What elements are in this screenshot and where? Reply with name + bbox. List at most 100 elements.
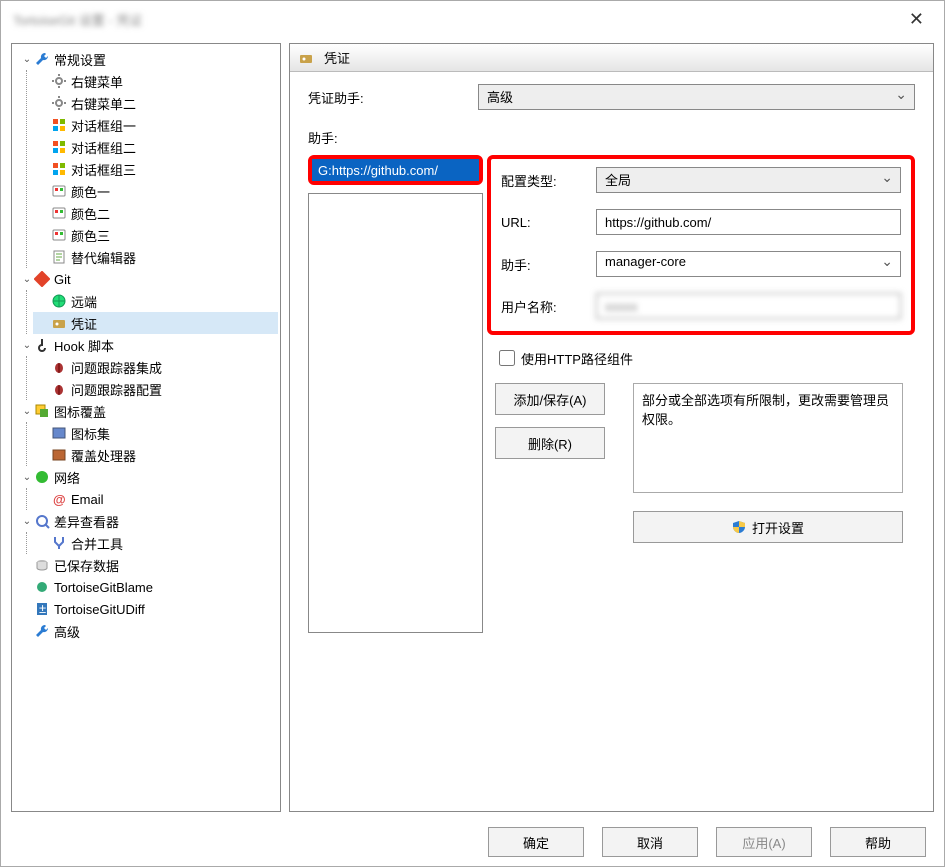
helper-listbox[interactable]: G:https://github.com/ — [312, 159, 479, 181]
tree-label: 图标覆盖 — [54, 402, 106, 421]
ok-button[interactable]: 确定 — [488, 827, 584, 857]
tree-item[interactable]: ·对话框组三 — [33, 158, 278, 180]
tree-label: 常规设置 — [54, 50, 106, 69]
tree-label: 替代编辑器 — [71, 248, 136, 267]
delete-button[interactable]: 删除(R) — [495, 427, 605, 459]
tree-icon — [51, 447, 67, 463]
config-username-input[interactable] — [596, 293, 901, 319]
close-icon[interactable]: ✕ — [901, 5, 932, 34]
config-type-select-wrap[interactable]: 全局 — [596, 167, 901, 193]
config-type-row: 配置类型: 全局 — [501, 167, 901, 193]
tree-item[interactable]: ·凭证 — [33, 312, 278, 334]
tree-icon — [51, 117, 67, 133]
tree-item[interactable]: ·颜色一 — [33, 180, 278, 202]
tree-icon — [51, 161, 67, 177]
tree-item[interactable]: ·右键菜单 — [33, 70, 278, 92]
help-button[interactable]: 帮助 — [830, 827, 926, 857]
tree-item[interactable]: ·问题跟踪器集成 — [33, 356, 278, 378]
tree-icon — [51, 205, 67, 221]
tree-icon — [51, 73, 67, 89]
tree-label: 右键菜单 — [71, 72, 123, 91]
tree-item[interactable]: ·合并工具 — [33, 532, 278, 554]
config-helper-select[interactable]: manager-core — [596, 251, 901, 277]
tree-item[interactable]: ·问题跟踪器配置 — [33, 378, 278, 400]
http-path-checkbox[interactable] — [499, 350, 515, 366]
tree-label: 已保存数据 — [54, 556, 119, 575]
config-helper-select-wrap[interactable]: manager-core — [596, 251, 901, 277]
tree-item[interactable]: ·替代编辑器 — [33, 246, 278, 268]
config-type-select[interactable]: 全局 — [596, 167, 901, 193]
caret-icon: ⌄ — [20, 516, 34, 527]
caret-icon: ⌄ — [20, 274, 34, 285]
tree-item[interactable]: ⌄ Hook 脚本 — [16, 334, 278, 356]
helper-list-highlight: G:https://github.com/ — [308, 155, 483, 185]
tree-icon — [34, 403, 50, 419]
tree-icon: ± — [34, 601, 50, 617]
tree-icon — [34, 557, 50, 573]
restriction-note: 部分或全部选项有所限制，更改需要管理员权限。 — [633, 383, 903, 493]
cred-helper-label: 凭证助手: — [308, 88, 478, 107]
tree-item[interactable]: ·远端 — [33, 290, 278, 312]
config-helper-row: 助手: manager-core — [501, 251, 901, 277]
tree-item[interactable]: ›高级 — [16, 620, 278, 642]
config-username-row: 用户名称: — [501, 293, 901, 319]
tree-item[interactable]: ⌄ 差异查看器 — [16, 510, 278, 532]
tree-item[interactable]: ·右键菜单二 — [33, 92, 278, 114]
config-url-row: URL: — [501, 209, 901, 235]
helper-list-item[interactable]: G:https://github.com/ — [312, 159, 479, 181]
tree-item[interactable]: ›已保存数据 — [16, 554, 278, 576]
helper-listbox-body[interactable] — [308, 193, 483, 633]
tree-label: 差异查看器 — [54, 512, 119, 531]
action-right-col: 部分或全部选项有所限制，更改需要管理员权限。 打开设置 — [633, 383, 903, 543]
add-save-button[interactable]: 添加/保存(A) — [495, 383, 605, 415]
config-url-label: URL: — [501, 215, 596, 230]
tree-item[interactable]: ·覆盖处理器 — [33, 444, 278, 466]
tree-icon — [51, 535, 67, 551]
cred-helper-select-wrap[interactable]: 高级 — [478, 84, 915, 110]
caret-icon: ⌄ — [20, 472, 34, 483]
tree-icon — [51, 95, 67, 111]
config-helper-label: 助手: — [501, 255, 596, 274]
tree-item[interactable]: ·颜色二 — [33, 202, 278, 224]
tree-icon — [51, 249, 67, 265]
tree-item[interactable]: ›TortoiseGitBlame — [16, 576, 278, 598]
config-url-input[interactable] — [596, 209, 901, 235]
caret-icon: ⌄ — [20, 340, 34, 351]
panel-content: 凭证助手: 高级 助手: G:https://github.com/ — [290, 72, 933, 811]
tree-icon: @ — [51, 491, 67, 507]
tree-item[interactable]: ⌄Git — [16, 268, 278, 290]
tree-icon — [51, 381, 67, 397]
apply-button[interactable]: 应用(A) — [716, 827, 812, 857]
tree-icon — [51, 139, 67, 155]
action-buttons: 添加/保存(A) 删除(R) 部分或全部选项有所限制，更改需要管理员权限。 — [495, 383, 915, 543]
tree-item[interactable]: ·对话框组二 — [33, 136, 278, 158]
tree-item[interactable]: ⌄常规设置 — [16, 48, 278, 70]
cancel-button[interactable]: 取消 — [602, 827, 698, 857]
tree-label: Hook 脚本 — [54, 336, 114, 355]
tree-icon — [51, 315, 67, 331]
open-settings-button[interactable]: 打开设置 — [633, 511, 903, 543]
main-panel: 凭证 凭证助手: 高级 助手: G:https://gi — [289, 43, 934, 812]
tree-item[interactable]: ›±TortoiseGitUDiff — [16, 598, 278, 620]
settings-tree[interactable]: ⌄常规设置·右键菜单·右键菜单二·对话框组一·对话框组二·对话框组三·颜色一·颜… — [11, 43, 281, 812]
tree-item[interactable]: ·对话框组一 — [33, 114, 278, 136]
tree-label: 高级 — [54, 622, 80, 641]
tree-icon — [51, 183, 67, 199]
helper-label: 助手: — [308, 128, 478, 147]
tree-label: TortoiseGitBlame — [54, 580, 153, 595]
tree-item[interactable]: ⌄网络 — [16, 466, 278, 488]
tree-icon — [34, 271, 50, 287]
below-config: 使用HTTP路径组件 添加/保存(A) 删除(R) 部分或全部选项有所限制，更改… — [495, 347, 915, 543]
tree-item[interactable]: ⌄ 图标覆盖 — [16, 400, 278, 422]
credential-icon — [298, 50, 314, 66]
tree-icon — [51, 293, 67, 309]
helper-label-row: 助手: — [308, 128, 915, 147]
tree-item[interactable]: ·颜色三 — [33, 224, 278, 246]
tree-item[interactable]: ·@Email — [33, 488, 278, 510]
tree-label: Email — [71, 492, 104, 507]
helper-zone: G:https://github.com/ 配置类型: 全局 — [308, 155, 915, 633]
cred-helper-select[interactable]: 高级 — [478, 84, 915, 110]
tree-item[interactable]: ·图标集 — [33, 422, 278, 444]
svg-text:±: ± — [39, 601, 46, 616]
caret-icon: ⌄ — [20, 406, 34, 417]
